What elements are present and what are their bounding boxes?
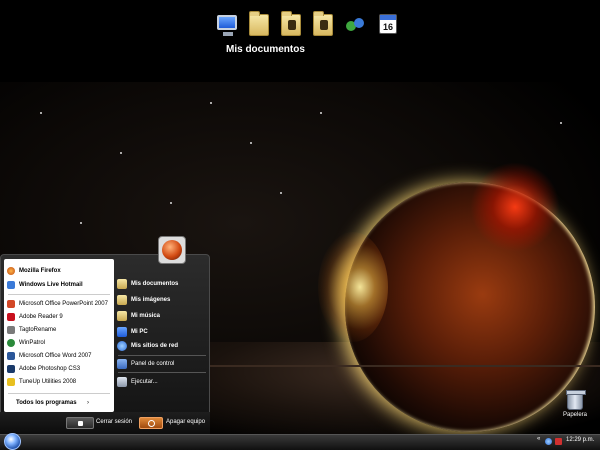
- network-tray-icon[interactable]: [545, 438, 552, 445]
- user-avatar[interactable]: [158, 236, 186, 264]
- all-programs-arrow-icon: ›: [87, 400, 89, 406]
- program-hotmail[interactable]: Windows Live Hotmail: [4, 278, 114, 291]
- program-firefox[interactable]: Mozilla Firefox: [4, 264, 114, 277]
- logoff-button[interactable]: [66, 417, 94, 429]
- power-icon: [148, 420, 155, 427]
- control-panel[interactable]: Panel de control: [117, 357, 207, 371]
- tray-expand-icon[interactable]: «: [537, 436, 540, 442]
- program-label: Mozilla Firefox: [19, 267, 61, 274]
- programs-panel: Mozilla Firefox Windows Live Hotmail Mic…: [4, 259, 114, 412]
- logoff-label[interactable]: Cerrar sesión: [96, 419, 132, 425]
- dock-label: Mis documentos: [226, 44, 305, 55]
- place-label: Mis documentos: [131, 281, 179, 287]
- program-winpatrol[interactable]: WinPatrol: [4, 336, 114, 349]
- security-tray-icon[interactable]: [555, 438, 562, 445]
- program-tuneup[interactable]: TuneUp Utilities 2008: [4, 375, 114, 388]
- program-label: Microsoft Office PowerPoint 2007: [19, 300, 108, 307]
- program-label: WinPatrol: [19, 339, 46, 346]
- run-icon: [117, 377, 127, 387]
- program-adobe-reader[interactable]: Adobe Reader 9: [4, 310, 114, 323]
- folder-icon: [117, 311, 127, 321]
- taskbar: [0, 434, 600, 450]
- hotmail-icon: [7, 280, 15, 289]
- program-label: TagtoRename: [19, 326, 57, 333]
- tuneup-icon: [7, 377, 15, 386]
- recycle-bin[interactable]: Papelera: [560, 390, 590, 418]
- program-label: TuneUp Utilities 2008: [19, 378, 77, 385]
- program-label: Microsoft Office Word 2007: [19, 352, 92, 359]
- folder-icon: [117, 295, 127, 305]
- place-mis-sitios-de-red[interactable]: Mis sitios de red: [117, 339, 207, 353]
- divider: [118, 372, 206, 373]
- top-dock: 16 Mis documentos: [0, 0, 600, 82]
- divider: [118, 355, 206, 356]
- start-orb-button[interactable]: [4, 433, 21, 450]
- calendar-icon[interactable]: 16: [374, 10, 400, 38]
- place-label: Mis sitios de red: [131, 343, 179, 349]
- place-label: Mi música: [131, 313, 161, 319]
- folder-icon[interactable]: [278, 10, 304, 38]
- computer-icon: [117, 327, 127, 337]
- program-powerpoint[interactable]: Microsoft Office PowerPoint 2007: [4, 297, 114, 310]
- program-label: Adobe Photoshop CS3: [19, 365, 81, 372]
- run-label: Ejecutar...: [131, 379, 158, 385]
- taskbar-clock[interactable]: 12:29 p.m.: [566, 437, 594, 443]
- place-mi-musica[interactable]: Mi música: [117, 309, 207, 323]
- lock-icon: [78, 421, 83, 426]
- desktop-ledge: [210, 365, 600, 367]
- folder-icon[interactable]: [246, 10, 272, 38]
- run-command[interactable]: Ejecutar...: [117, 375, 207, 389]
- place-mis-imagenes[interactable]: Mis imágenes: [117, 293, 207, 307]
- monitor-icon[interactable]: [214, 10, 240, 38]
- adobe-reader-icon: [7, 312, 15, 321]
- divider: [8, 393, 110, 394]
- program-label: Windows Live Hotmail: [19, 281, 83, 288]
- people-icon[interactable]: [342, 10, 368, 38]
- winpatrol-icon: [7, 338, 15, 347]
- recycle-bin-label: Papelera: [562, 412, 588, 418]
- place-label: Mis imágenes: [131, 297, 171, 303]
- shutdown-button[interactable]: [139, 417, 163, 429]
- tagtorename-icon: [7, 325, 15, 334]
- program-label: Adobe Reader 9: [19, 313, 63, 320]
- firefox-icon: [7, 266, 15, 275]
- folder-icon: [117, 279, 127, 289]
- divider: [8, 294, 110, 295]
- all-programs-button[interactable]: Todos los programas: [16, 400, 77, 406]
- program-tagtorename[interactable]: TagtoRename: [4, 323, 114, 336]
- program-word[interactable]: Microsoft Office Word 2007: [4, 349, 114, 362]
- control-panel-icon: [117, 359, 127, 369]
- recycle-bin-icon: [566, 390, 586, 410]
- dock-icons: 16: [214, 10, 400, 38]
- program-photoshop[interactable]: Adobe Photoshop CS3: [4, 362, 114, 375]
- place-mi-pc[interactable]: Mi PC: [117, 325, 207, 339]
- folder-icon[interactable]: [310, 10, 336, 38]
- word-icon: [7, 351, 15, 360]
- place-mis-documentos[interactable]: Mis documentos: [117, 277, 207, 291]
- control-panel-label: Panel de control: [131, 361, 175, 367]
- powerpoint-icon: [7, 299, 15, 308]
- shutdown-label[interactable]: Apagar equipo: [166, 419, 205, 425]
- explosion: [470, 162, 560, 252]
- calendar-day: 16: [379, 14, 397, 34]
- sun-flare: [318, 232, 388, 342]
- place-label: Mi PC: [131, 329, 148, 335]
- network-icon: [117, 341, 127, 351]
- photoshop-icon: [7, 364, 15, 373]
